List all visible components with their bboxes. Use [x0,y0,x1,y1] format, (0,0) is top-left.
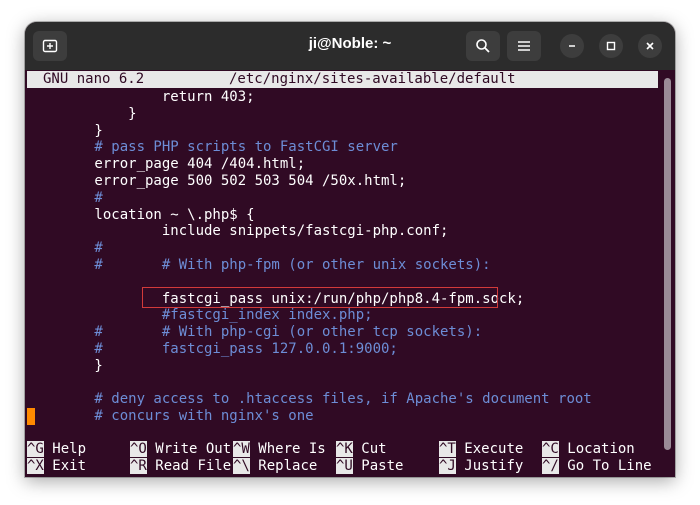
code-line: } [27,357,103,374]
shortcut-key: ^G [27,441,44,457]
shortcut-item: ^G Help [27,441,86,458]
code-line: #fastcgi_index index.php; [27,307,373,324]
shortcut-label: Cut [361,441,387,457]
shortcut-item: ^\ Replace [233,458,317,475]
shortcut-item: ^T Execute [439,441,523,458]
shortcut-item: ^O Write Out [130,441,231,458]
nano-status-bar: GNU nano 6.2 /etc/nginx/sites-available/… [27,71,658,88]
shortcut-item: ^R Read File [130,458,231,475]
title-bar: ji@Noble: ~ [25,22,675,70]
code-line: # # With php-cgi (or other tcp sockets): [27,324,483,341]
shortcut-key: ^X [27,458,44,474]
search-icon [476,39,490,53]
shortcut-key: ^U [336,458,353,474]
shortcut-item: ^C Location [542,441,635,458]
hamburger-menu-icon [518,41,530,51]
terminal-window: ji@Noble: ~ GNU nano 6.2 /etc/nginx/site… [25,22,675,477]
scrollbar[interactable] [664,78,671,450]
shortcut-item: ^X Exit [27,458,86,475]
text-cursor [27,408,35,425]
code-line: return 403; [27,89,255,105]
terminal-area[interactable]: GNU nano 6.2 /etc/nginx/sites-available/… [25,70,675,477]
code-line: # # With php-fpm (or other unix sockets)… [27,257,491,273]
shortcut-key: ^W [233,441,250,457]
shortcut-key: ^C [542,441,559,457]
shortcut-label: Help [52,441,87,457]
shortcut-label: Go To Line [567,458,652,474]
file-path: /etc/nginx/sites-available/default [229,71,516,87]
shortcut-label: Replace [258,458,318,474]
minimize-icon [569,45,575,47]
close-icon [646,42,654,50]
maximize-icon [606,41,616,51]
code-line: # fastcgi_pass 127.0.0.1:9000; [27,341,398,357]
code-line: # pass PHP scripts to FastCGI server [27,139,398,156]
shortcut-label: Where Is [258,441,326,457]
shortcut-key: ^J [439,458,456,474]
minimize-button[interactable] [560,34,584,58]
shortcut-label: Write Out [155,441,232,457]
code-line: location ~ \.php$ { [27,206,255,223]
code-line: # [27,189,103,206]
shortcut-item: ^J Justify [439,458,523,475]
code-line: error_page 500 502 503 504 /50x.html; [27,173,407,189]
maximize-button[interactable] [599,34,623,58]
shortcut-key: ^R [130,458,147,474]
code-line: } [27,105,137,122]
shortcut-item: ^K Cut [336,441,387,458]
code-line: include snippets/fastcgi-php.conf; [27,223,449,240]
shortcut-label: Exit [52,458,87,474]
shortcut-label: Location [567,441,635,457]
nano-version: GNU nano 6.2 [43,71,145,87]
menu-button[interactable] [507,31,541,61]
shortcut-item: ^U Paste [336,458,403,475]
shortcut-label: Read File [155,458,232,474]
shortcut-item: ^/ Go To Line [542,458,652,475]
code-line: } [27,122,103,139]
shortcut-key: ^T [439,441,456,457]
close-button[interactable] [638,34,662,58]
shortcut-label: Paste [361,458,404,474]
shortcut-item: ^W Where Is [233,441,326,458]
shortcut-label: Execute [464,441,524,457]
shortcut-key: ^/ [542,458,559,474]
shortcut-label: Justify [464,458,524,474]
shortcut-key: ^\ [233,458,250,474]
code-line: # [27,240,103,257]
code-line: error_page 404 /404.html; [27,156,306,173]
search-button[interactable] [466,31,500,61]
code-line: # deny access to .htaccess files, if Apa… [27,391,592,408]
shortcut-key: ^K [336,441,353,457]
code-line: # concurs with nginx's one [27,408,314,425]
highlight-box [142,287,498,308]
shortcut-key: ^O [130,441,147,457]
